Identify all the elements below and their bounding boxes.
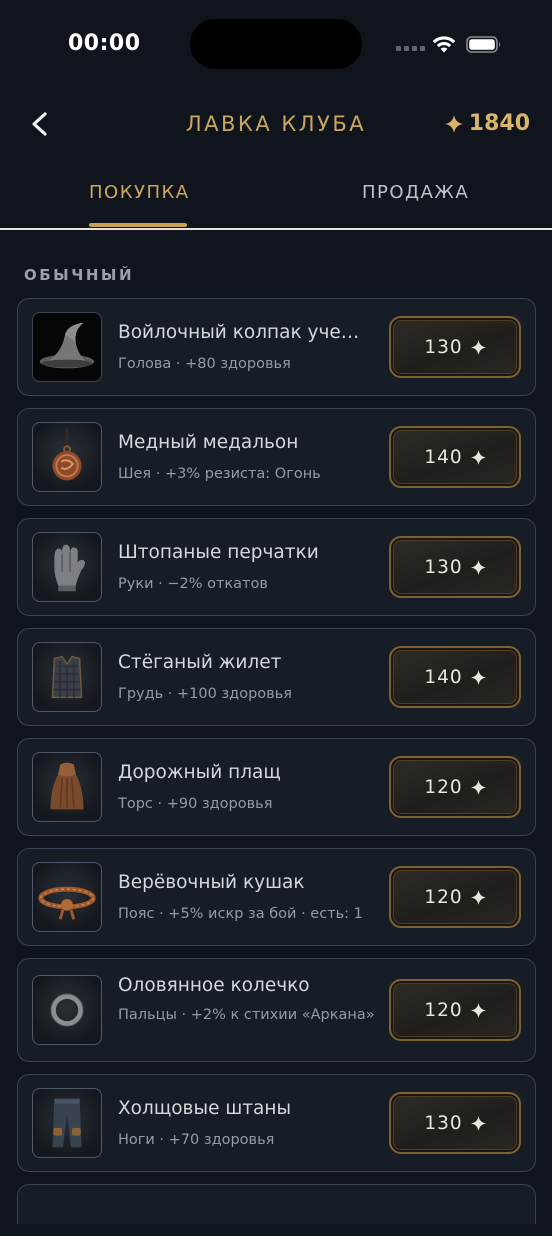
currency-balance: 1840 (444, 111, 530, 136)
item-description: Шея · +3% резиста: Огонь (118, 466, 321, 482)
balance-value: 1840 (468, 111, 530, 136)
item-name: Стёганый жилет (118, 652, 282, 673)
item-description: Пальцы · +2% к стихии «Аркана» (118, 1007, 375, 1023)
spark-icon (444, 114, 463, 133)
price-value: 130 (424, 556, 463, 578)
buy-button[interactable]: 120 (389, 756, 521, 818)
item-thumbnail (32, 422, 102, 492)
dynamic-island (190, 19, 362, 69)
shop-item[interactable]: Штопаные перчатки Руки · −2% откатов 130 (17, 518, 536, 616)
shop-item-list: Войлочный колпак уче… Голова · +80 здоро… (17, 298, 536, 1236)
item-description: Голова · +80 здоровья (118, 356, 291, 372)
item-thumbnail (32, 975, 102, 1045)
buy-button[interactable]: 140 (389, 426, 521, 488)
status-time: 00:00 (68, 31, 141, 56)
item-thumbnail (32, 752, 102, 822)
item-name: Войлочный колпак уче… (118, 322, 360, 343)
shop-item[interactable]: Оловянное колечко Пальцы · +2% к стихии … (17, 958, 536, 1062)
shop-item[interactable]: Медный медальон Шея · +3% резиста: Огонь… (17, 408, 536, 506)
spark-icon (470, 1115, 486, 1131)
shop-item[interactable]: Стёганый жилет Грудь · +100 здоровья 140 (17, 628, 536, 726)
wifi-icon (432, 36, 456, 53)
status-bar: 00:00 (0, 0, 552, 90)
spark-icon (470, 1002, 486, 1018)
item-name: Штопаные перчатки (118, 542, 319, 563)
buy-button[interactable]: 120 (389, 866, 521, 928)
item-description: Торс · +90 здоровья (118, 796, 273, 812)
item-thumbnail (32, 312, 102, 382)
item-description: Грудь · +100 здоровья (118, 686, 292, 702)
item-name: Дорожный плащ (118, 762, 281, 783)
battery-icon (466, 36, 501, 53)
vest-icon (51, 655, 83, 699)
wizard-hat-icon (39, 322, 95, 369)
tab-buy[interactable]: ПОКУПКА (89, 182, 190, 203)
spark-icon (470, 889, 486, 905)
price-value: 130 (424, 336, 463, 358)
buy-button[interactable]: 120 (389, 979, 521, 1041)
pants-icon (52, 1098, 82, 1148)
ring-icon (50, 993, 84, 1027)
section-label: ОБЫЧНЫЙ (24, 266, 134, 284)
spark-icon (470, 339, 486, 355)
gloves-icon (54, 544, 86, 592)
spark-icon (470, 669, 486, 685)
tab-bar: ПОКУПКА ПРОДАЖА (0, 170, 552, 230)
buy-button[interactable]: 140 (389, 646, 521, 708)
price-value: 140 (424, 446, 463, 468)
item-thumbnail (32, 532, 102, 602)
buy-button[interactable]: 130 (389, 1092, 521, 1154)
price-value: 140 (424, 666, 463, 688)
item-name: Оловянное колечко (118, 975, 310, 996)
medallion-icon (52, 428, 82, 481)
buy-button[interactable]: 130 (389, 536, 521, 598)
item-name: Холщовые штаны (118, 1098, 292, 1119)
item-thumbnail (32, 1088, 102, 1158)
item-name: Верёвочный кушак (118, 872, 305, 893)
shop-item[interactable]: Войлочный колпак уче… Голова · +80 здоро… (17, 298, 536, 396)
price-value: 120 (424, 776, 463, 798)
spark-icon (470, 779, 486, 795)
item-name: Медный медальон (118, 432, 299, 453)
price-value: 130 (424, 1112, 463, 1134)
item-thumbnail (32, 862, 102, 932)
shop-item-partial[interactable] (17, 1184, 536, 1224)
spark-icon (470, 559, 486, 575)
shop-item[interactable]: Холщовые штаны Ноги · +70 здоровья 130 (17, 1074, 536, 1172)
shop-item[interactable]: Дорожный плащ Торс · +90 здоровья 120 (17, 738, 536, 836)
spark-icon (470, 449, 486, 465)
price-value: 120 (424, 886, 463, 908)
cloak-icon (50, 762, 84, 810)
tab-sell[interactable]: ПРОДАЖА (362, 182, 469, 203)
item-description: Ноги · +70 здоровья (118, 1132, 275, 1148)
belt-icon (38, 886, 96, 920)
price-value: 120 (424, 999, 463, 1021)
item-description: Руки · −2% откатов (118, 576, 268, 592)
cellular-signal-icon (396, 46, 426, 52)
item-thumbnail (32, 642, 102, 712)
active-tab-indicator (89, 223, 187, 227)
shop-item[interactable]: Верёвочный кушак Пояс · +5% искр за бой … (17, 848, 536, 946)
item-description: Пояс · +5% искр за бой · есть: 1 (118, 906, 363, 922)
buy-button[interactable]: 130 (389, 316, 521, 378)
